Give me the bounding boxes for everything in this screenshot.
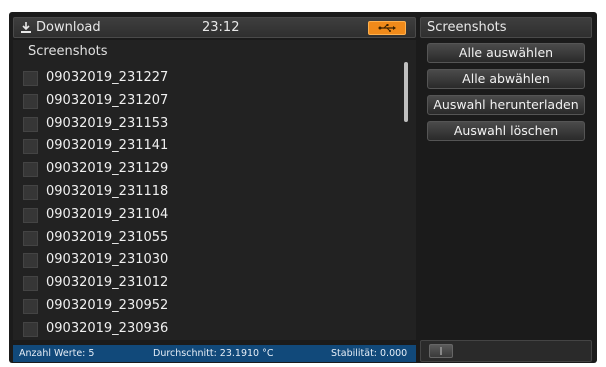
checkbox[interactable]	[23, 162, 38, 178]
download-selection-button[interactable]: Auswahl herunterladen	[427, 95, 585, 115]
list-item-label: 09032019_230936	[46, 320, 169, 336]
list-item[interactable]: 09032019_231118	[13, 182, 393, 205]
list-item[interactable]: 09032019_231104	[13, 205, 393, 228]
list-item[interactable]: 09032019_230952	[13, 296, 393, 319]
select-all-button[interactable]: Alle auswählen	[427, 43, 585, 63]
list-item-label: 09032019_230952	[46, 297, 169, 313]
checkbox[interactable]	[23, 298, 38, 314]
checkbox[interactable]	[23, 93, 38, 109]
device-screen: Download 23:12 Screenshots Screenshots 0…	[9, 12, 597, 363]
bottom-control-area	[420, 340, 592, 362]
list-item-label: 09032019_231227	[46, 70, 169, 85]
usb-icon	[378, 24, 396, 32]
checkbox[interactable]	[23, 184, 38, 200]
list-item-label: 09032019_231141	[46, 138, 169, 154]
status-count: Anzahl Werte: 5	[19, 348, 95, 359]
list-item-label: 09032019_231104	[46, 206, 169, 222]
panel-title: Screenshots	[420, 17, 592, 38]
list-item[interactable]: 09032019_231227	[13, 68, 393, 91]
list-item[interactable]: 09032019_231207	[13, 91, 393, 114]
list-item-label: 09032019_231118	[46, 183, 169, 199]
list-item[interactable]: 09032019_230936	[13, 319, 393, 342]
status-bar: Anzahl Werte: 5 Durchschnitt: 23.1910 °C…	[13, 345, 416, 362]
action-buttons: Alle auswählen Alle abwählen Auswahl her…	[427, 43, 587, 147]
checkbox[interactable]	[23, 71, 38, 86]
checkbox[interactable]	[23, 321, 38, 337]
panel-title-label: Screenshots	[427, 20, 507, 35]
toggle-switch[interactable]	[429, 344, 453, 358]
screenshot-list-panel: Screenshots 09032019_231227 09032019_2312…	[13, 40, 416, 340]
checkbox[interactable]	[23, 139, 38, 155]
checkbox[interactable]	[23, 253, 38, 269]
scrollbar-thumb[interactable]	[404, 62, 408, 122]
deselect-all-button[interactable]: Alle abwählen	[427, 69, 585, 89]
list-header: Screenshots	[28, 44, 108, 59]
list-item[interactable]: 09032019_231055	[13, 228, 393, 251]
page-title: Download	[36, 20, 101, 35]
usb-status-badge	[368, 21, 406, 35]
list-item-label: 09032019_231207	[46, 92, 169, 108]
title-bar: Download 23:12	[13, 17, 416, 38]
checkbox[interactable]	[23, 116, 38, 132]
list-item-label: 09032019_231030	[46, 252, 169, 268]
checkbox[interactable]	[23, 230, 38, 246]
checkbox[interactable]	[23, 207, 38, 223]
delete-selection-button[interactable]: Auswahl löschen	[427, 121, 585, 141]
list-item-label: 09032019_231012	[46, 275, 169, 291]
status-stability: Stabilität: 0.000	[331, 348, 408, 359]
list-item-label: 09032019_231055	[46, 229, 169, 245]
list-item[interactable]: 09032019_231030	[13, 250, 393, 273]
download-icon	[20, 21, 32, 34]
list-item[interactable]: 09032019_231141	[13, 136, 393, 159]
list-item[interactable]: 09032019_231153	[13, 114, 393, 137]
screenshot-list: 09032019_231227 09032019_231207 09032019_2…	[13, 68, 393, 342]
clock: 23:12	[202, 20, 240, 35]
list-item-label: 09032019_231129	[46, 161, 169, 177]
list-item-label: 09032019_231153	[46, 115, 169, 131]
checkbox[interactable]	[23, 276, 38, 292]
list-item[interactable]: 09032019_231012	[13, 273, 393, 296]
list-item[interactable]: 09032019_231129	[13, 159, 393, 182]
status-average: Durchschnitt: 23.1910 °C	[153, 348, 274, 359]
